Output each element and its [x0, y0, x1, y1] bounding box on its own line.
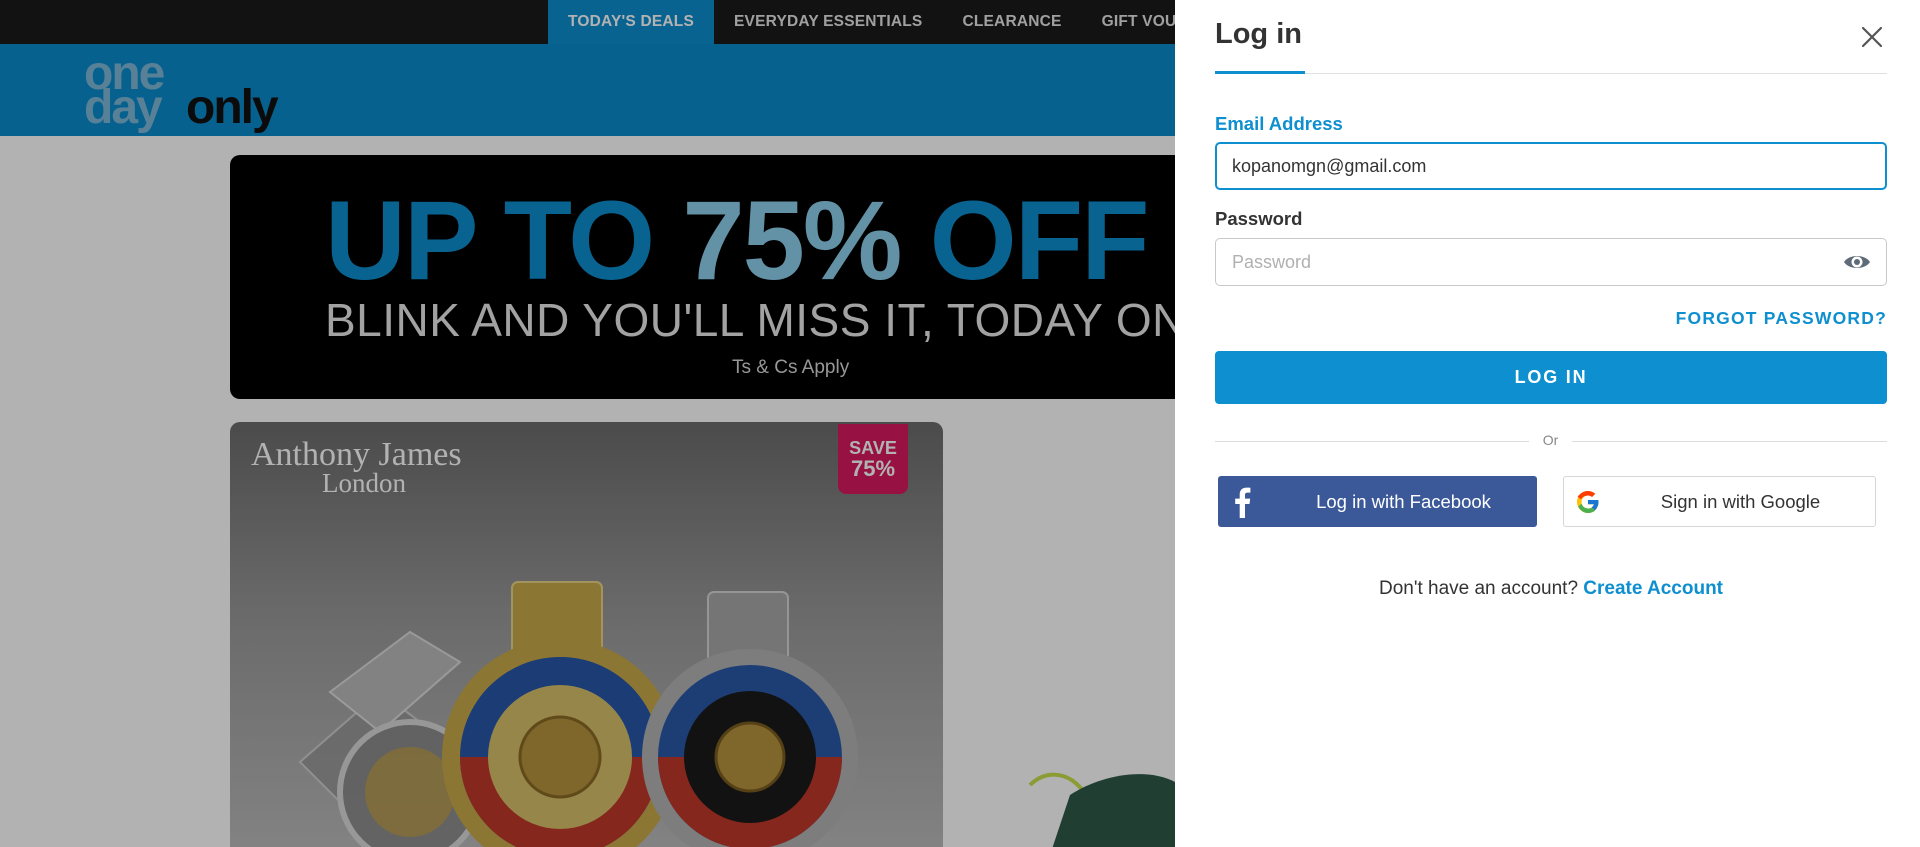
- modal-backdrop[interactable]: [0, 0, 1175, 847]
- signup-prompt: Don't have an account? Create Account: [1215, 578, 1887, 600]
- facebook-login-button[interactable]: Log in with Facebook: [1218, 476, 1537, 527]
- no-account-text: Don't have an account?: [1378, 578, 1584, 599]
- eye-icon[interactable]: [1842, 251, 1872, 273]
- or-text: Or: [1542, 432, 1559, 448]
- title-divider: [1215, 73, 1887, 74]
- password-label: Password: [1215, 208, 1303, 229]
- or-divider-right: [1572, 441, 1887, 442]
- email-label: Email Address: [1215, 113, 1343, 134]
- forgot-password-link[interactable]: FORGOT PASSWORD?: [1665, 308, 1887, 329]
- login-button[interactable]: LOG IN: [1215, 351, 1887, 404]
- title-underline: [1215, 71, 1305, 74]
- google-signin-button[interactable]: Sign in with Google: [1563, 476, 1876, 527]
- facebook-login-label: Log in with Facebook: [1316, 491, 1491, 512]
- email-input[interactable]: [1215, 142, 1887, 190]
- google-icon: [1577, 491, 1599, 513]
- close-icon[interactable]: [1859, 24, 1885, 50]
- login-drawer: Log in Email Address Password FORGOT PAS…: [1175, 0, 1920, 847]
- create-account-link[interactable]: Create Account: [1583, 578, 1723, 599]
- password-input[interactable]: [1215, 238, 1887, 286]
- login-title: Log in: [1215, 18, 1302, 50]
- facebook-icon: [1235, 487, 1251, 518]
- google-signin-label: Sign in with Google: [1660, 491, 1821, 512]
- or-divider-left: [1215, 441, 1529, 442]
